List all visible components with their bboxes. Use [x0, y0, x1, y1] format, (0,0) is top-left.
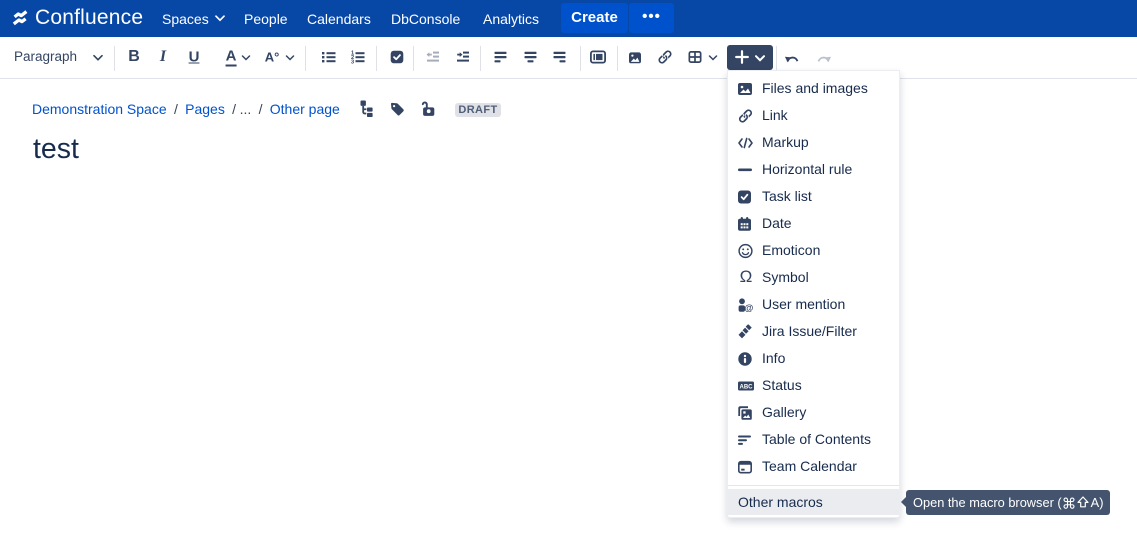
svg-text:ABC: ABC: [740, 384, 754, 390]
svg-text:3: 3: [351, 60, 354, 64]
svg-text:@: @: [744, 303, 753, 312]
